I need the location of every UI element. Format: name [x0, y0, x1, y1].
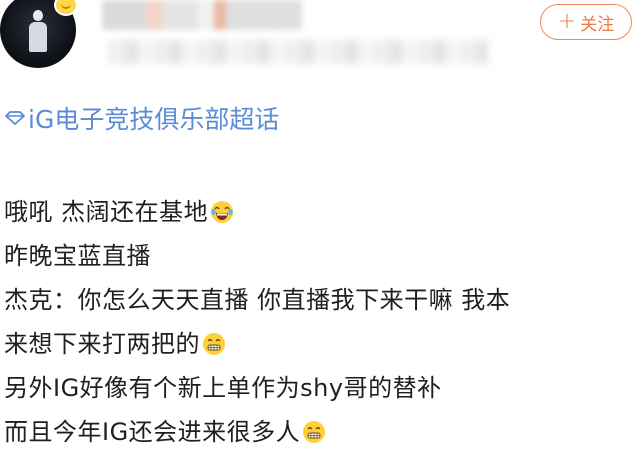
- post-line: 而且今年IG还会进来很多人: [4, 410, 636, 454]
- post-meta-blurred: [108, 40, 488, 64]
- post-line-text: 另外IG好像有个新上单作为shy哥的替补: [4, 374, 442, 402]
- post-line: 来想下来打两把的: [4, 322, 636, 366]
- topic-label: iG电子竞技俱乐部超话: [28, 105, 280, 134]
- post-line: 另外IG好像有个新上单作为shy哥的替补: [4, 366, 636, 410]
- verified-badge-icon: [54, 0, 78, 16]
- plus-icon: +: [557, 9, 577, 34]
- post-line: 杰克：你怎么天天直播 你直播我下来干嘛 我本: [4, 278, 636, 322]
- post-line-text: 昨晚宝蓝直播: [4, 242, 151, 270]
- post-line: 昨晚宝蓝直播: [4, 234, 636, 278]
- username-blurred[interactable]: [102, 0, 302, 30]
- topic-diamond-icon: [5, 111, 25, 125]
- post-line-text: 而且今年IG还会进来很多人: [4, 418, 301, 446]
- grin-emoji-icon: [303, 421, 326, 443]
- post-line-text: 来想下来打两把的: [4, 330, 200, 358]
- post-line-text: 杰克：你怎么天天直播 你直播我下来干嘛 我本: [4, 286, 511, 314]
- laugh-cry-emoji-icon: [211, 201, 234, 223]
- follow-button[interactable]: + 关注: [540, 4, 632, 40]
- follow-label: 关注: [580, 14, 615, 35]
- avatar-figure-head: [33, 10, 43, 21]
- post-line: 哦吼 杰阔还在基地: [4, 190, 636, 234]
- post-line-text: 哦吼 杰阔还在基地: [4, 198, 209, 226]
- avatar-figure-body: [29, 22, 47, 52]
- grin-emoji-icon: [203, 333, 225, 355]
- post-body: 哦吼 杰阔还在基地 昨晚宝蓝直播 杰克：你怎么天天直播 你直播我下来干嘛 我本 …: [4, 190, 636, 454]
- topic-link[interactable]: iG电子竞技俱乐部超话: [4, 100, 279, 136]
